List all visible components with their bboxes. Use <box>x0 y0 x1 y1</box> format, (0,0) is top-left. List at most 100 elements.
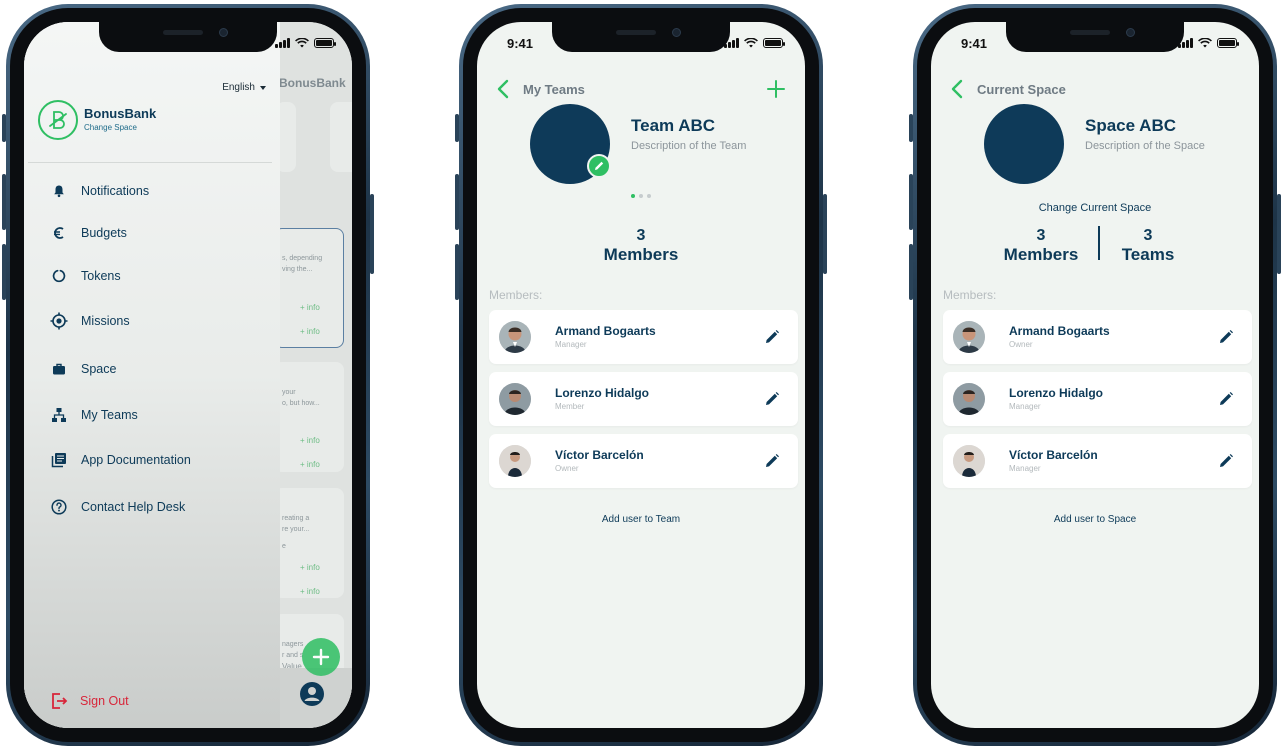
member-role: Owner <box>555 464 579 473</box>
menu-item-app-documentation[interactable]: App Documentation <box>50 451 191 469</box>
member-card[interactable]: Víctor Barcelón Manager <box>943 434 1252 488</box>
add-user-to-space-link[interactable]: Add user to Space <box>931 514 1259 525</box>
background-text: e <box>282 543 286 550</box>
add-fab-button[interactable] <box>302 638 340 676</box>
member-avatar <box>953 383 985 415</box>
background-text: o, but how... <box>282 400 320 407</box>
status-time: 9:41 <box>507 36 534 51</box>
members-count: 3 <box>636 227 646 244</box>
member-card[interactable]: Víctor Barcelón Owner <box>489 434 798 488</box>
back-chevron-icon[interactable] <box>493 78 515 100</box>
member-role: Manager <box>555 340 587 349</box>
menu-item-budgets[interactable]: Budgets <box>50 224 127 242</box>
user-profile-icon[interactable] <box>300 682 324 706</box>
background-text: your <box>282 389 296 396</box>
menu-item-tokens[interactable]: Tokens <box>50 267 121 285</box>
member-name: Víctor Barcelón <box>1009 448 1098 462</box>
background-info-link: + info <box>300 587 320 596</box>
member-card[interactable]: Lorenzo Hidalgo Member <box>489 372 798 426</box>
space-name: Space ABC <box>1085 116 1177 135</box>
page-title: My Teams <box>523 82 585 97</box>
org-chart-icon <box>52 408 66 422</box>
space-avatar <box>984 104 1064 184</box>
member-name: Lorenzo Hidalgo <box>555 386 649 400</box>
teams-count: 3 <box>1143 227 1153 244</box>
member-card[interactable]: Armand Bogaarts Manager <box>489 310 798 364</box>
menu-item-notifications[interactable]: Notifications <box>50 182 149 200</box>
edit-pencil-icon[interactable] <box>764 329 780 345</box>
edit-pencil-icon[interactable] <box>764 453 780 469</box>
sign-out-button[interactable]: Sign Out <box>50 692 129 710</box>
member-name: Armand Bogaarts <box>1009 324 1110 338</box>
add-plus-icon[interactable] <box>765 78 787 100</box>
avatar-photo-icon <box>499 383 531 415</box>
edit-avatar-button[interactable] <box>587 154 611 178</box>
background-info-link: + info <box>300 303 320 312</box>
sign-out-icon <box>52 693 68 709</box>
power-button <box>823 194 827 274</box>
edit-pencil-icon[interactable] <box>1218 453 1234 469</box>
menu-item-label: Missions <box>81 314 130 328</box>
euro-icon <box>54 227 64 239</box>
side-button <box>909 114 913 142</box>
menu-item-label: Space <box>81 362 117 376</box>
members-stat: 3 Members <box>991 227 1091 265</box>
caret-down-icon <box>260 85 266 90</box>
language-select[interactable]: English <box>222 82 266 93</box>
member-name: Armand Bogaarts <box>555 324 656 338</box>
add-user-to-team-link[interactable]: Add user to Team <box>477 514 805 525</box>
background-info-link: + info <box>300 436 320 445</box>
edit-pencil-icon[interactable] <box>1218 391 1234 407</box>
menu-item-label: Notifications <box>81 184 150 198</box>
menu-item-missions[interactable]: Missions <box>50 312 130 330</box>
volume-up-button <box>455 174 459 230</box>
team-description: Description of the Team <box>631 140 747 152</box>
member-avatar <box>953 321 985 353</box>
change-space-link[interactable]: Change Space <box>84 123 137 132</box>
side-button <box>455 114 459 142</box>
member-role: Member <box>555 402 585 411</box>
side-button <box>2 114 6 142</box>
background-text: nagers <box>282 641 304 648</box>
language-label: English <box>222 82 255 93</box>
change-current-space-link[interactable]: Change Current Space <box>931 202 1259 214</box>
header-bar: Current Space <box>931 74 1259 104</box>
member-avatar <box>499 321 531 353</box>
screen-current-space: 9:41 Current Space Space ABC Description… <box>931 22 1259 728</box>
briefcase-icon <box>53 363 65 375</box>
back-chevron-icon[interactable] <box>947 78 969 100</box>
notch <box>99 22 277 52</box>
sign-out-label: Sign Out <box>80 694 129 708</box>
help-circle-icon <box>51 499 67 515</box>
background-text: ving the... <box>282 266 313 273</box>
battery-icon <box>314 38 336 48</box>
background-text: reating a <box>282 515 310 522</box>
notch <box>1006 22 1184 52</box>
teams-stat-label: Teams <box>1121 245 1175 264</box>
menu-item-contact-help-desk[interactable]: Contact Help Desk <box>50 498 185 516</box>
member-name: Víctor Barcelón <box>555 448 644 462</box>
bell-icon <box>54 185 64 198</box>
wifi-icon <box>295 38 309 48</box>
edit-pencil-icon[interactable] <box>764 391 780 407</box>
wifi-icon <box>1198 38 1212 48</box>
member-card[interactable]: Armand Bogaarts Owner <box>943 310 1252 364</box>
power-button <box>370 194 374 274</box>
member-card[interactable]: Lorenzo Hidalgo Manager <box>943 372 1252 426</box>
front-camera <box>1126 28 1135 37</box>
member-role: Owner <box>1009 340 1033 349</box>
battery-icon <box>763 38 785 48</box>
menu-item-space[interactable]: Space <box>50 360 116 378</box>
menu-item-my-teams[interactable]: My Teams <box>50 406 138 424</box>
background-text: re your... <box>282 526 310 533</box>
document-stack-icon <box>51 453 66 468</box>
power-button <box>1277 194 1281 274</box>
front-camera <box>672 28 681 37</box>
menu-item-label: Contact Help Desk <box>81 500 186 514</box>
edit-pencil-icon[interactable] <box>1218 329 1234 345</box>
bezel: 9:41 Current Space Space ABC Description… <box>917 8 1273 742</box>
plus-icon <box>312 648 330 666</box>
background-tile <box>330 102 352 172</box>
teams-stat: 3 Teams <box>1108 227 1188 265</box>
menu-item-label: Tokens <box>81 269 121 283</box>
